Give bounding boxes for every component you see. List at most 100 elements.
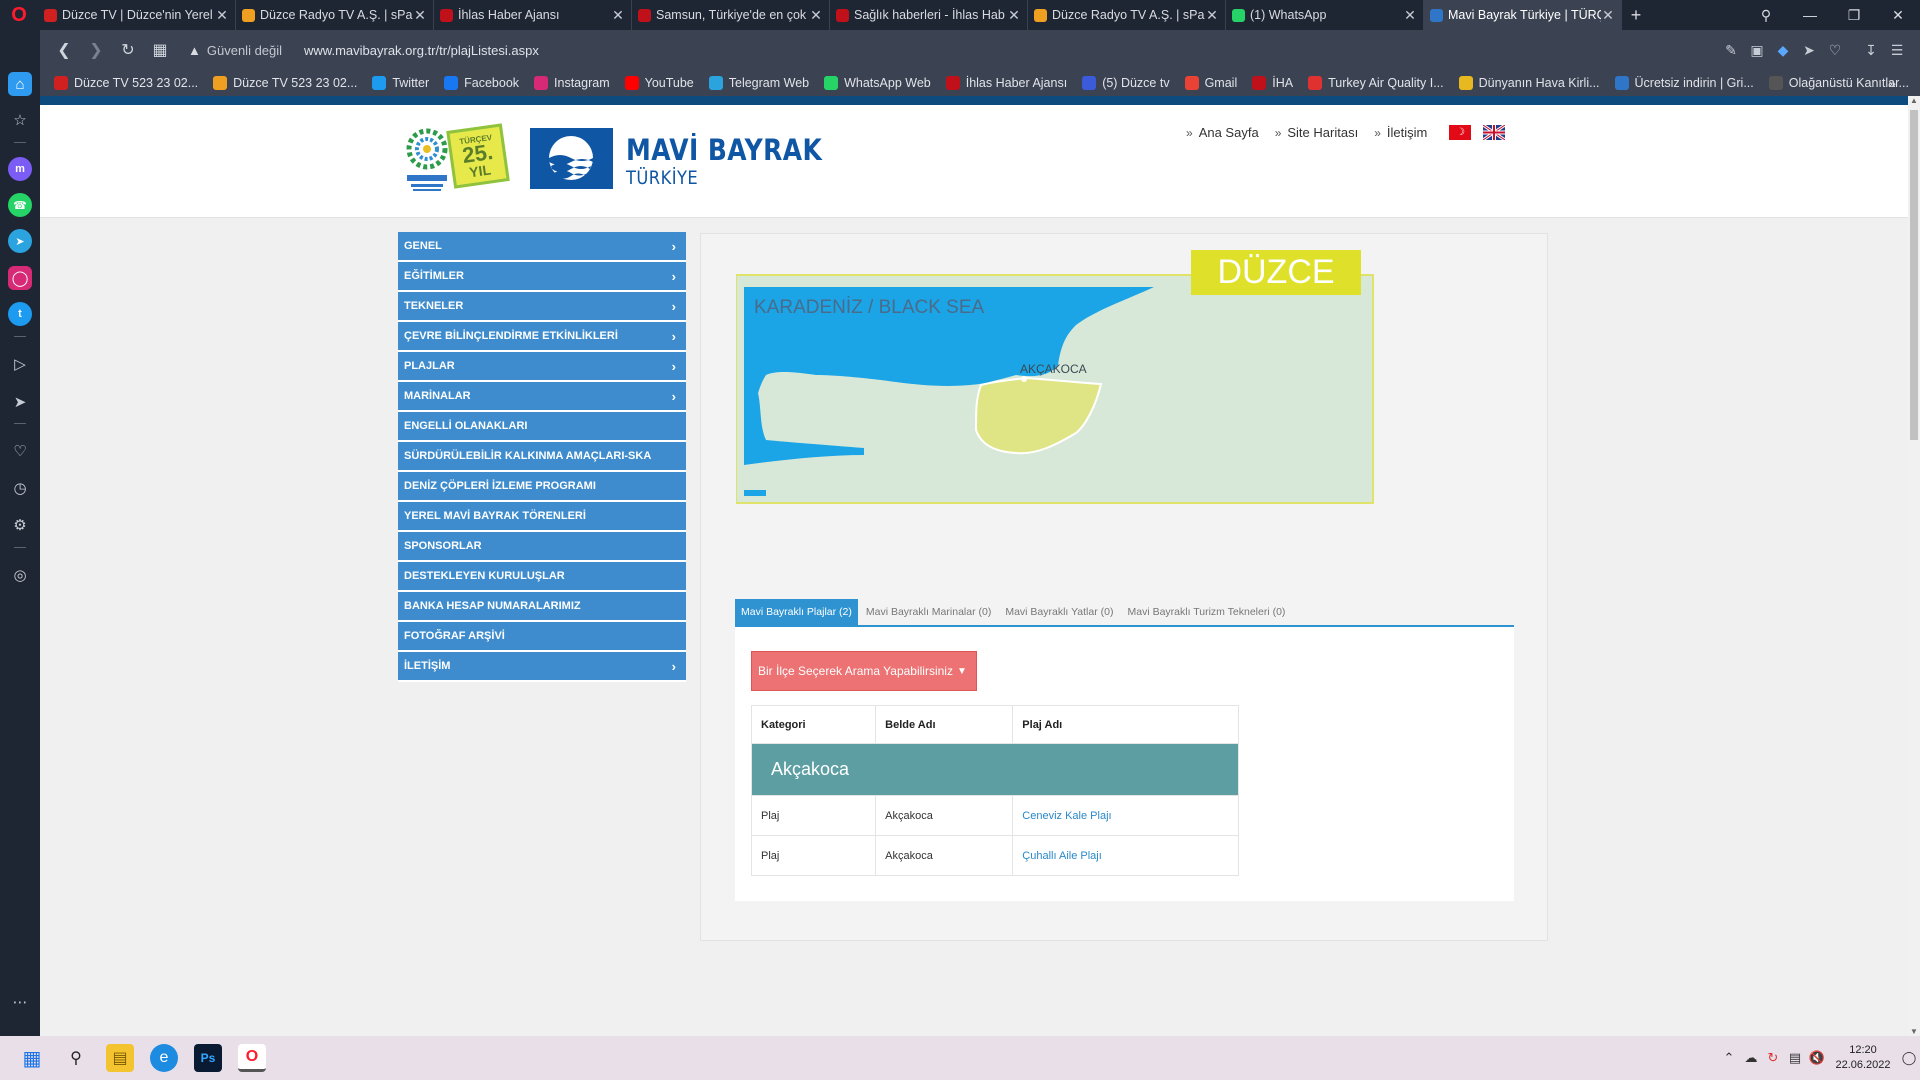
menu-item[interactable]: DESTEKLEYEN KURULUŞLAR <box>398 562 686 592</box>
bookmark-item[interactable]: YouTube <box>624 76 694 90</box>
browser-tab[interactable]: Düzce TV | Düzce'nin Yerel ✕ <box>38 0 236 30</box>
bookmark-item[interactable]: İHA <box>1252 76 1293 90</box>
menu-item[interactable]: MARİNALAR › <box>398 382 686 412</box>
more-options-icon[interactable]: ⋯ <box>8 990 32 1014</box>
heart-icon[interactable]: ♡ <box>8 439 32 463</box>
home-link[interactable]: » Ana Sayfa <box>1186 125 1259 140</box>
menu-item[interactable]: EĞİTİMLER › <box>398 262 686 292</box>
network-icon[interactable]: ▤ <box>1784 1050 1806 1066</box>
close-tab-icon[interactable]: ✕ <box>611 7 625 24</box>
bookmark-item[interactable]: Instagram <box>534 76 610 90</box>
history-icon[interactable]: ◷ <box>8 476 32 500</box>
bookmark-item[interactable]: Dünyanın Hava Kirli... <box>1458 76 1600 90</box>
star-icon[interactable]: ☆ <box>8 108 32 132</box>
gear-icon[interactable]: ⚙ <box>8 513 32 537</box>
file-explorer-icon[interactable]: ▤ <box>106 1044 134 1072</box>
messenger-icon[interactable]: m <box>8 157 32 181</box>
browser-tab[interactable]: İhlas Haber Ajansı ✕ <box>434 0 632 30</box>
easy-setup-icon[interactable]: ☰ <box>1884 42 1910 59</box>
scroll-up-icon[interactable]: ▲ <box>1908 96 1920 105</box>
bookmark-item[interactable]: WhatsApp Web <box>824 76 931 90</box>
shield-icon[interactable]: ◆ <box>1770 42 1796 59</box>
send-icon[interactable]: ➤ <box>8 390 32 414</box>
close-window-button[interactable]: ✕ <box>1876 0 1920 30</box>
bookmark-item[interactable]: Facebook <box>444 76 519 90</box>
bookmark-item[interactable]: Gmail <box>1184 76 1237 90</box>
home-icon[interactable]: ⌂ <box>8 72 32 96</box>
minimize-button[interactable]: — <box>1788 0 1832 30</box>
browser-tab[interactable]: Düzce Radyo TV A.Ş. | sPan ✕ <box>236 0 434 30</box>
bookmark-item[interactable]: Düzce TV 523 23 02... <box>213 76 357 90</box>
browser-tab[interactable]: Mavi Bayrak Türkiye | TÜRÇ ✕ <box>1424 0 1622 30</box>
result-tab[interactable]: Mavi Bayraklı Turizm Tekneleri (0) <box>1121 599 1291 625</box>
browser-tab[interactable]: Sağlık haberleri - İhlas Hab ✕ <box>830 0 1028 30</box>
bookmark-item[interactable]: Telegram Web <box>708 76 809 90</box>
browser-tab[interactable]: (1) WhatsApp ✕ <box>1226 0 1424 30</box>
tab-grid-icon[interactable]: ▦ <box>144 40 176 60</box>
lightbulb-icon[interactable]: ◎ <box>8 563 32 587</box>
close-tab-icon[interactable]: ✕ <box>413 7 427 24</box>
menu-item[interactable]: SÜRDÜRÜLEBİLİR KALKINMA AMAÇLARI-SKA <box>398 442 686 472</box>
search-tabs-icon[interactable]: ⚲ <box>1744 0 1788 30</box>
menu-item[interactable]: GENEL › <box>398 232 686 262</box>
forward-button[interactable]: ❯ <box>80 40 112 60</box>
result-tab[interactable]: Mavi Bayraklı Yatlar (0) <box>999 599 1119 625</box>
menu-item[interactable]: DENİZ ÇÖPLERİ İZLEME PROGRAMI <box>398 472 686 502</box>
menu-item[interactable]: TEKNELER › <box>398 292 686 322</box>
menu-item[interactable]: BANKA HESAP NUMARALARIMIZ <box>398 592 686 622</box>
scroll-down-icon[interactable]: ▼ <box>1908 1027 1920 1036</box>
bookmark-item[interactable]: (5) Düzce tv <box>1082 76 1170 90</box>
chevron-up-icon[interactable]: ⌃ <box>1718 1050 1740 1066</box>
send-icon[interactable]: ➤ <box>1796 42 1822 59</box>
beach-link[interactable]: Çuhallı Aile Plajı <box>1022 850 1102 862</box>
close-tab-icon[interactable]: ✕ <box>1403 7 1417 24</box>
close-tab-icon[interactable]: ✕ <box>809 7 823 24</box>
whatsapp-icon[interactable]: ☎ <box>8 193 32 217</box>
menu-item[interactable]: YEREL MAVİ BAYRAK TÖRENLERİ <box>398 502 686 532</box>
bookmark-item[interactable]: Turkey Air Quality I... <box>1308 76 1444 90</box>
blue-flag-logo-icon[interactable] <box>530 128 613 189</box>
browser-tab[interactable]: Samsun, Türkiye'de en çok ✕ <box>632 0 830 30</box>
clock[interactable]: 12:20 22.06.2022 <box>1828 1043 1898 1073</box>
duzce-map[interactable]: KARADENİZ / BLACK SEA AKÇAKOCA DÜZCE <box>736 250 1516 505</box>
menu-item[interactable]: ENGELLİ OLANAKLARI <box>398 412 686 442</box>
url-field[interactable]: www.mavibayrak.org.tr/tr/plajListesi.asp… <box>304 43 539 58</box>
restore-button[interactable]: ❐ <box>1832 0 1876 30</box>
close-tab-icon[interactable]: ✕ <box>1601 7 1615 24</box>
district-select[interactable]: Bir İlçe Seçerek Arama Yapabilirsiniz ▼ <box>751 651 977 691</box>
opera-taskbar-icon[interactable]: O <box>238 1044 266 1072</box>
edge-icon[interactable]: e <box>150 1044 178 1072</box>
menu-item[interactable]: PLAJLAR › <box>398 352 686 382</box>
opera-menu-icon[interactable]: O <box>0 0 38 30</box>
bookmark-item[interactable]: Ücretsiz indirin | Gri... <box>1614 76 1754 90</box>
reload-button[interactable]: ↻ <box>112 40 144 60</box>
player-icon[interactable]: ▷ <box>8 352 32 376</box>
windows-start-icon[interactable]: ▦ <box>18 1044 46 1072</box>
back-button[interactable]: ❮ <box>48 40 80 60</box>
bookmark-item[interactable]: İhlas Haber Ajansı <box>945 76 1067 90</box>
volume-muted-icon[interactable]: 🔇 <box>1806 1050 1828 1066</box>
twitter-icon[interactable]: t <box>8 302 32 326</box>
uk-flag-icon[interactable] <box>1483 125 1506 140</box>
brand-subtitle[interactable]: TÜRKİYE <box>626 167 698 189</box>
bookmark-item[interactable]: Twitter <box>372 76 429 90</box>
sitemap-link[interactable]: » Site Haritası <box>1275 125 1359 140</box>
menu-item[interactable]: ÇEVRE BİLİNÇLENDİRME ETKİNLİKLERİ › <box>398 322 686 352</box>
bookmarks-overflow-icon[interactable]: » <box>1888 75 1896 91</box>
browser-tab[interactable]: Düzce Radyo TV A.Ş. | sPan ✕ <box>1028 0 1226 30</box>
new-tab-button[interactable]: + <box>1622 5 1650 26</box>
beach-link[interactable]: Ceneviz Kale Plajı <box>1022 810 1111 822</box>
scrollbar-thumb[interactable] <box>1910 110 1918 440</box>
page-scrollbar[interactable]: ▲ ▼ <box>1908 96 1920 1036</box>
result-tab[interactable]: Mavi Bayraklı Plajlar (2) <box>735 599 858 625</box>
menu-item[interactable]: SPONSORLAR <box>398 532 686 562</box>
brand-title[interactable]: MAVİ BAYRAK <box>626 133 822 167</box>
close-tab-icon[interactable]: ✕ <box>1205 7 1219 24</box>
close-tab-icon[interactable]: ✕ <box>215 7 229 24</box>
notification-icon[interactable]: ◯ <box>1898 1050 1920 1066</box>
menu-item[interactable]: FOTOĞRAF ARŞİVİ <box>398 622 686 652</box>
heart-icon[interactable]: ♡ <box>1822 42 1848 59</box>
telegram-icon[interactable]: ➤ <box>8 229 32 253</box>
cloud-icon[interactable]: ☁ <box>1740 1050 1762 1066</box>
turcev-logo-icon[interactable] <box>403 125 451 195</box>
